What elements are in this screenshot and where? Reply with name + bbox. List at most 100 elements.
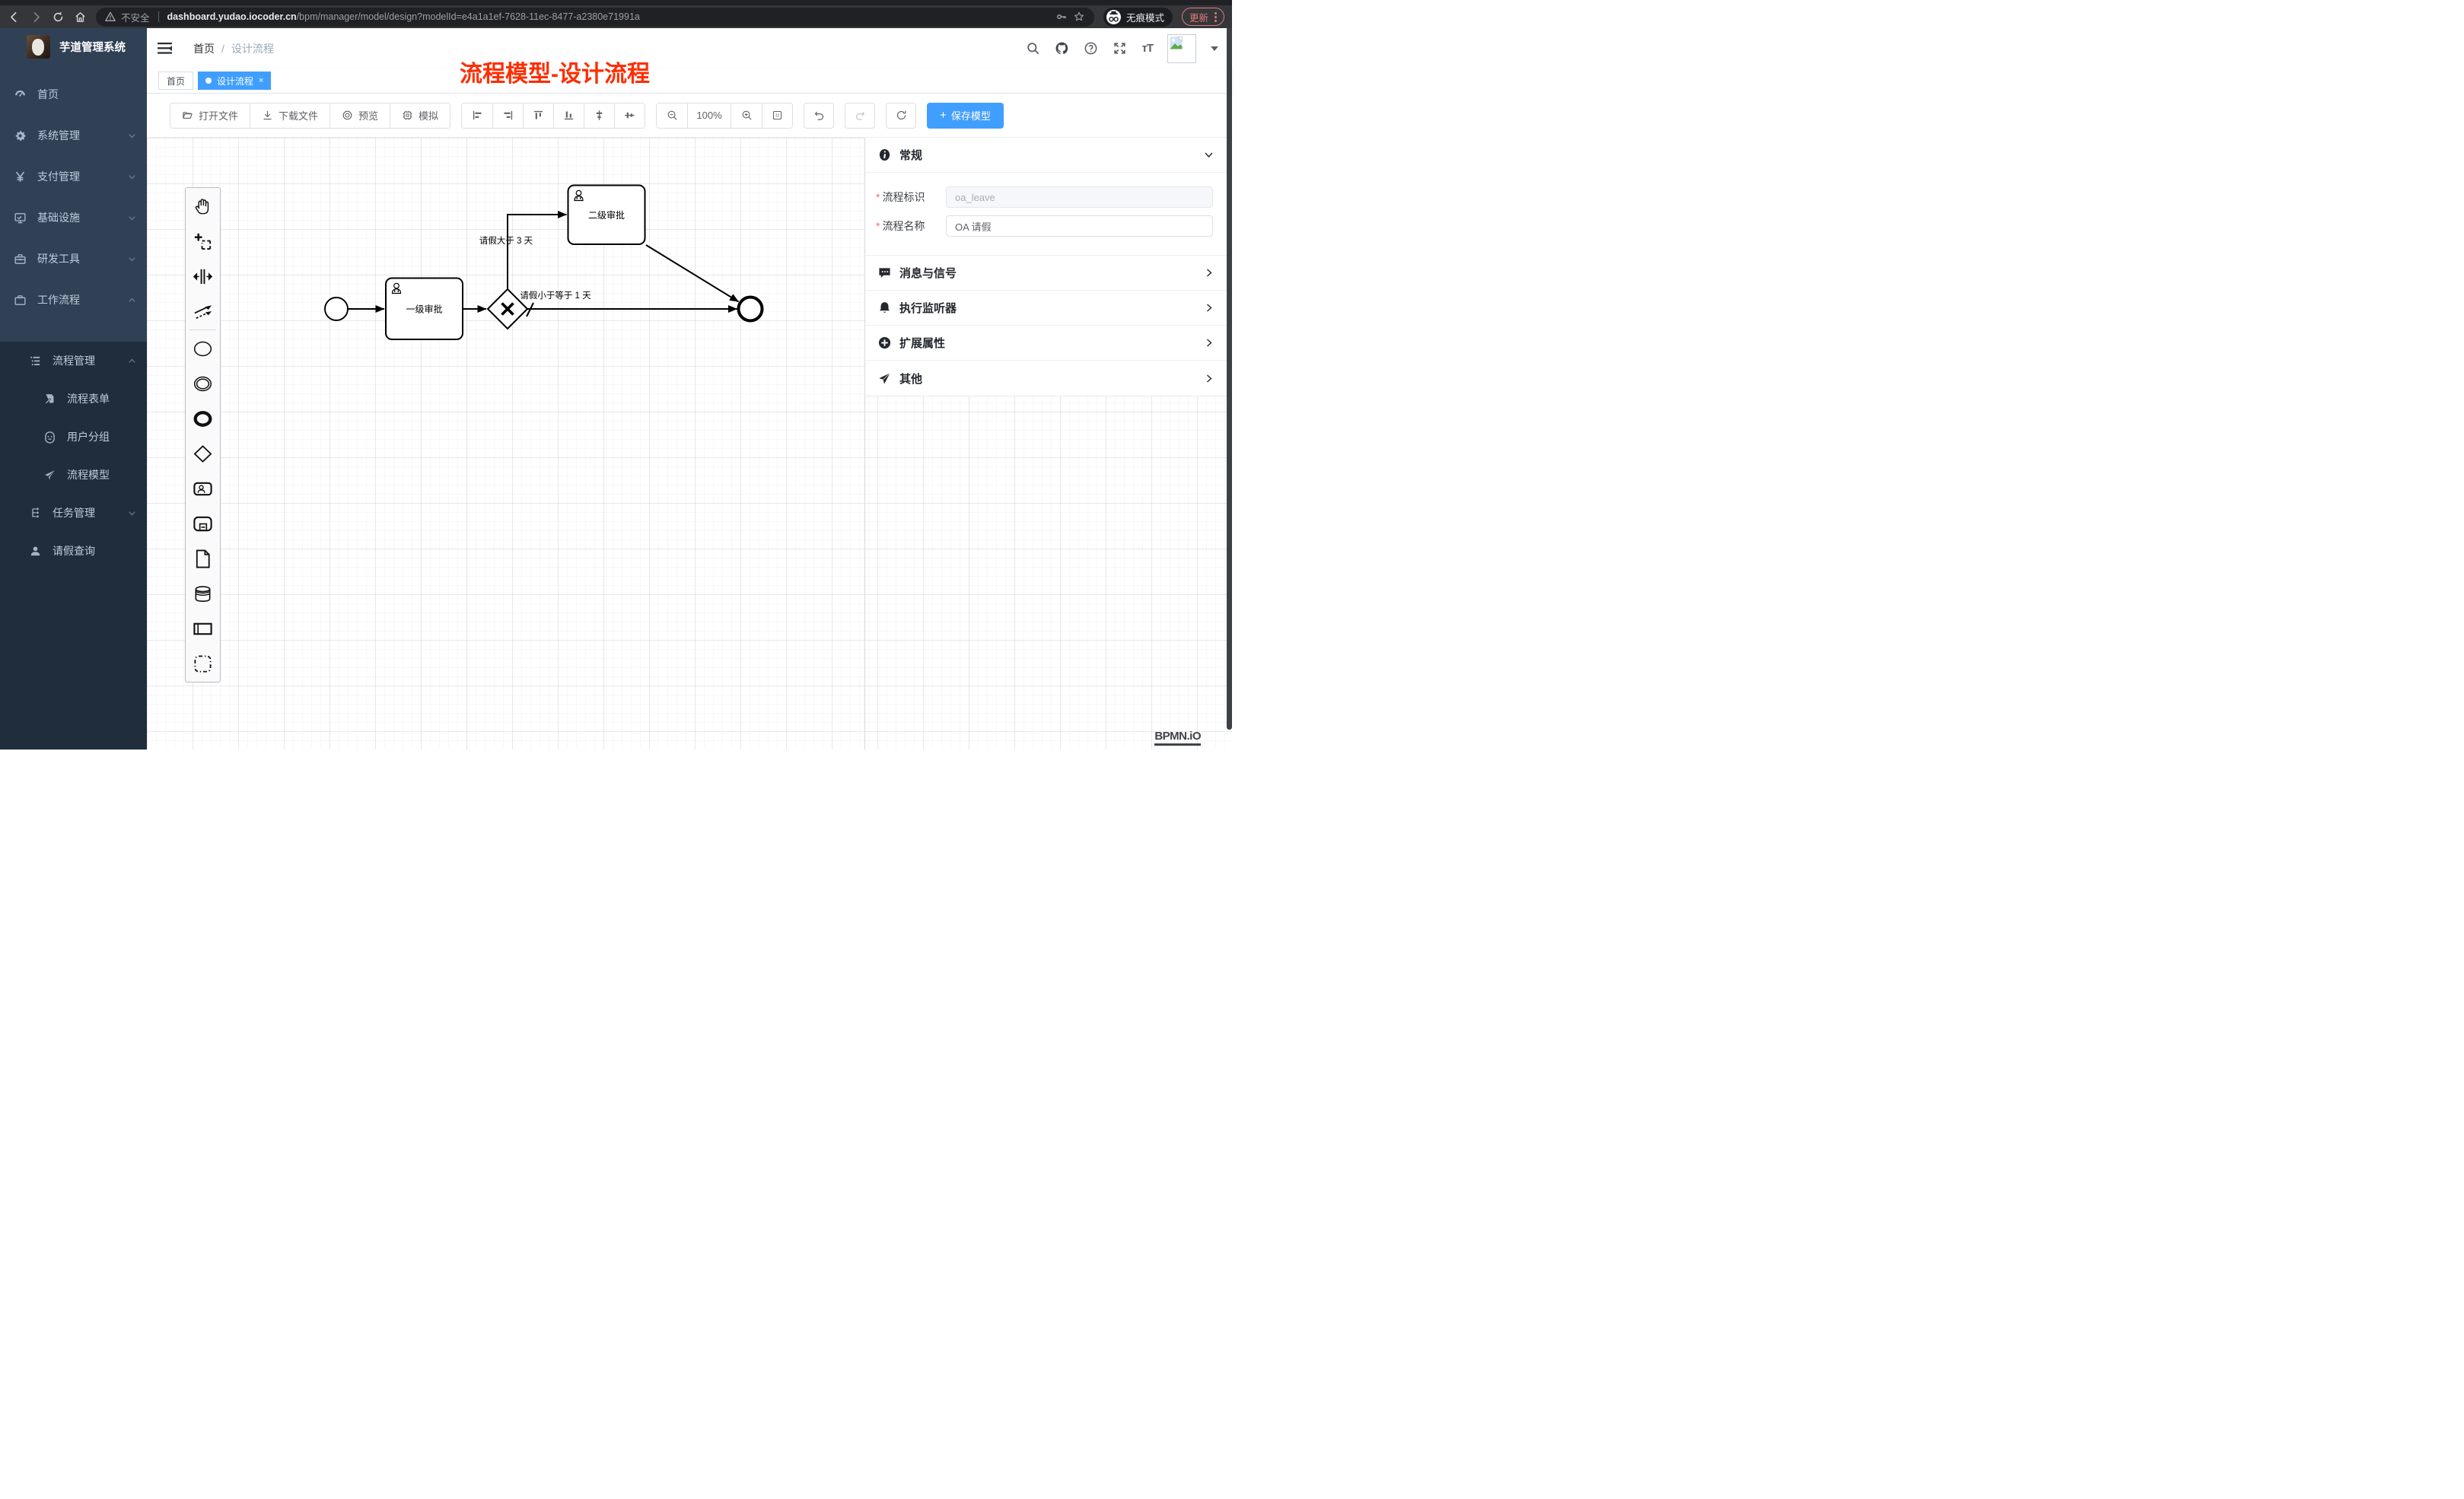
panel-section-extensions[interactable]: 扩展属性: [865, 326, 1227, 361]
update-label[interactable]: 更新: [1189, 10, 1208, 24]
sidebar-collapse-icon[interactable]: [158, 42, 172, 55]
tab-home[interactable]: 首页: [158, 72, 193, 90]
chevron-down-icon[interactable]: [1204, 150, 1214, 160]
tab-design-process[interactable]: 设计流程 ×: [198, 72, 271, 90]
align-button-group: [461, 103, 645, 129]
chevron-down-icon: [128, 173, 136, 181]
window-scrollbar[interactable]: [1227, 28, 1232, 730]
sidebar-item-label: 工作流程: [37, 292, 128, 307]
process-name-label: *流程名称: [876, 218, 946, 234]
bpmn-canvas[interactable]: 请假大于 3 天 请假小于等于 1 天 一级审批: [147, 137, 1232, 750]
flow-task2-to-end[interactable]: [646, 245, 739, 302]
app-logo-row[interactable]: 芋道管理系统: [0, 28, 147, 65]
tab-close-icon[interactable]: ×: [259, 77, 263, 85]
github-icon[interactable]: [1055, 41, 1069, 56]
broken-image-icon: [1170, 37, 1183, 49]
panel-section-other[interactable]: 其他: [865, 361, 1227, 396]
user-task-1[interactable]: 一级审批: [386, 278, 463, 340]
sidebar-item-user-group[interactable]: 用户分组: [0, 418, 147, 456]
panel-section-general[interactable]: 常规: [865, 138, 1227, 173]
sidebar-item-label: 任务管理: [53, 505, 128, 520]
annotation-title: 流程模型-设计流程: [460, 55, 650, 88]
redo-button[interactable]: [845, 103, 875, 129]
sidebar-item-devtools[interactable]: 研发工具: [0, 238, 147, 279]
restart-button[interactable]: [886, 103, 916, 129]
browser-home-icon[interactable]: [74, 11, 87, 24]
panel-section-listeners[interactable]: 执行监听器: [865, 291, 1227, 326]
security-chip-label[interactable]: 不安全: [121, 10, 150, 24]
condition-label-gt3[interactable]: 请假大于 3 天: [479, 235, 533, 246]
chevron-down-icon: [128, 255, 136, 263]
align-bottom-button[interactable]: [553, 103, 584, 128]
browser-reload-icon[interactable]: [52, 11, 65, 24]
zoom-in-button[interactable]: [731, 103, 762, 128]
align-left-button[interactable]: [462, 103, 492, 128]
sidebar-item-process-form[interactable]: 流程表单: [0, 380, 147, 418]
breadcrumb: 首页 / 设计流程: [193, 41, 274, 56]
chevron-right-icon[interactable]: [1204, 338, 1214, 348]
end-event[interactable]: [739, 298, 762, 321]
avatar[interactable]: [1167, 34, 1196, 63]
fullscreen-icon[interactable]: [1113, 41, 1127, 56]
preview-button[interactable]: 预览: [329, 103, 390, 128]
sidebar-item-label: 用户分组: [67, 429, 110, 444]
browser-menu-icon[interactable]: [1214, 12, 1217, 22]
panel-section-messages[interactable]: 消息与信号: [865, 256, 1227, 291]
task2-label: 二级审批: [588, 209, 625, 221]
bpmn-io-logo[interactable]: BPMN.iO: [1154, 730, 1201, 746]
sidebar-item-leave-query[interactable]: 请假查询: [0, 532, 147, 570]
undo-button[interactable]: [804, 103, 834, 129]
browser-update-button[interactable]: 更新: [1182, 8, 1224, 26]
sidebar-item-payment[interactable]: 支付管理: [0, 156, 147, 197]
search-icon[interactable]: [1026, 41, 1040, 56]
process-key-field: *流程标识: [876, 186, 1213, 208]
task1-label: 一级审批: [406, 304, 442, 315]
zoom-out-button[interactable]: [657, 103, 687, 128]
not-secure-warning-icon: [105, 11, 116, 22]
sidebar-item-home[interactable]: 首页: [0, 74, 147, 115]
section-title: 执行监听器: [899, 300, 957, 316]
incognito-label: 无痕模式: [1126, 10, 1164, 24]
align-center-button[interactable]: [584, 103, 614, 128]
chevron-right-icon[interactable]: [1204, 374, 1214, 384]
sidebar-item-task-mgmt[interactable]: 任务管理: [0, 494, 147, 532]
avatar-dropdown-icon[interactable]: [1211, 46, 1218, 51]
process-key-input[interactable]: [946, 186, 1213, 208]
sidebar-item-infra[interactable]: 基础设施: [0, 197, 147, 238]
sidebar-item-system[interactable]: 系统管理: [0, 115, 147, 156]
download-icon: [262, 110, 273, 121]
file-button-group: 打开文件 下载文件 预览 模拟: [170, 103, 450, 129]
url-text[interactable]: dashboard.yudao.iocoder.cn/bpm/manager/m…: [167, 11, 640, 22]
sidebar-item-label: 系统管理: [37, 128, 128, 143]
align-right-button[interactable]: [492, 103, 523, 128]
open-file-button[interactable]: 打开文件: [170, 103, 250, 128]
save-model-button[interactable]: + 保存模型: [927, 103, 1004, 129]
breadcrumb-home[interactable]: 首页: [193, 41, 215, 56]
align-middle-button[interactable]: [614, 103, 645, 128]
browser-back-icon[interactable]: [8, 11, 21, 24]
sidebar-item-process-mgmt[interactable]: 流程管理: [0, 342, 147, 380]
font-size-icon[interactable]: тT: [1141, 42, 1153, 55]
password-key-icon[interactable]: [1055, 11, 1068, 23]
start-event[interactable]: [325, 298, 348, 320]
sidebar-item-process-model[interactable]: 流程模型: [0, 456, 147, 494]
help-icon[interactable]: [1084, 41, 1098, 56]
chevron-right-icon[interactable]: [1204, 268, 1214, 278]
reset-view-icon: [772, 110, 783, 121]
condition-label-le1[interactable]: 请假小于等于 1 天: [520, 290, 591, 301]
download-file-button[interactable]: 下载文件: [250, 103, 329, 128]
sidebar-item-workflow[interactable]: 工作流程: [0, 279, 147, 320]
address-bar[interactable]: 不安全 dashboard.yudao.iocoder.cn/bpm/manag…: [96, 8, 1094, 27]
process-name-input[interactable]: [946, 215, 1213, 237]
chevron-right-icon[interactable]: [1204, 303, 1214, 313]
sidebar-item-label: 请假查询: [53, 543, 95, 559]
flow-gateway-to-task2[interactable]: [508, 215, 567, 289]
user-task-2[interactable]: 二级审批: [568, 186, 645, 245]
browser-forward-icon[interactable]: [30, 11, 43, 24]
zoom-reset-button[interactable]: [762, 103, 792, 128]
bookmark-star-icon[interactable]: [1073, 11, 1085, 23]
app-logo: [27, 35, 50, 59]
align-top-button[interactable]: [523, 103, 553, 128]
simulate-button[interactable]: 模拟: [390, 103, 450, 128]
dashboard-icon: [14, 88, 27, 101]
